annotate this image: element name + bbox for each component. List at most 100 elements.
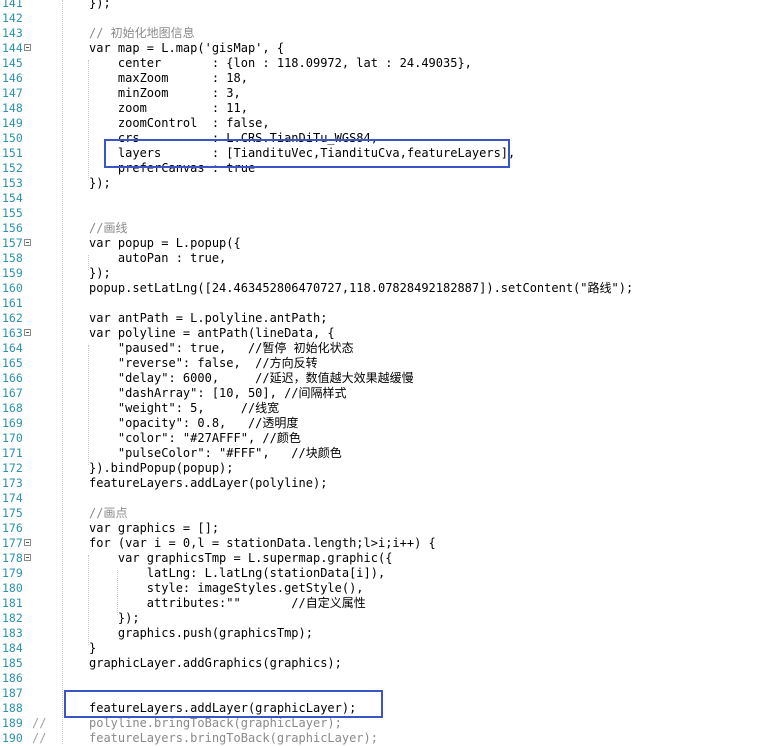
code-line[interactable]: 167 "dashArray": [10, 50], //间隔样式 — [0, 386, 780, 401]
code-line[interactable]: 145 center : {lon : 118.09972, lat : 24.… — [0, 56, 780, 71]
line-number: 145 — [2, 56, 23, 70]
fold-toggle-icon[interactable] — [24, 44, 31, 51]
code-line[interactable]: 161 — [0, 296, 780, 311]
code-line[interactable]: 165 "reverse": false, //方向反转 — [0, 356, 780, 371]
code-line[interactable]: 143 // 初始化地图信息 — [0, 26, 780, 41]
line-number: 171 — [2, 446, 23, 460]
line-number: 166 — [2, 371, 23, 385]
code-line[interactable]: 178 var graphicsTmp = L.supermap.graphic… — [0, 551, 780, 566]
code-text: "weight": 5, //线宽 — [89, 401, 280, 415]
code-text: }); — [89, 611, 140, 625]
code-text: "pulseColor": "#FFF", //块颜色 — [89, 446, 342, 460]
fold-toggle-icon[interactable] — [24, 329, 31, 336]
code-line[interactable]: 141}); — [0, 0, 780, 11]
code-text: crs : L.CRS.TianDiTu_WGS84, — [89, 131, 378, 145]
code-text: for (var i = 0,l = stationData.length;l>… — [89, 536, 436, 550]
code-text: }); — [89, 0, 111, 10]
code-line[interactable]: 153}); — [0, 176, 780, 191]
code-line[interactable]: 150 crs : L.CRS.TianDiTu_WGS84, — [0, 131, 780, 146]
line-number: 165 — [2, 356, 23, 370]
indent-guide — [88, 60, 89, 180]
line-number: 159 — [2, 266, 23, 280]
line-number: 180 — [2, 581, 23, 595]
code-line[interactable]: 147 minZoom : 3, — [0, 86, 780, 101]
line-number: 161 — [2, 296, 23, 310]
code-line[interactable]: 151 layers : [TiandituVec,TiandituCva,fe… — [0, 146, 780, 161]
code-line[interactable]: 177 for (var i = 0,l = stationData.length… — [0, 536, 780, 551]
code-line[interactable]: 171 "pulseColor": "#FFF", //块颜色 — [0, 446, 780, 461]
code-line[interactable]: 152 preferCanvas : true — [0, 161, 780, 176]
code-text: var graphicsTmp = L.supermap.graphic({ — [89, 551, 393, 565]
indent-guide — [88, 345, 89, 465]
code-line[interactable]: 155 — [0, 206, 780, 221]
line-number: 168 — [2, 401, 23, 415]
line-number: 185 — [2, 656, 23, 670]
line-number: 157 — [2, 236, 23, 250]
code-text: "reverse": false, //方向反转 — [89, 356, 318, 370]
line-number: 175 — [2, 506, 23, 520]
code-line[interactable]: 186 — [0, 671, 780, 686]
line-number: 182 — [2, 611, 23, 625]
code-line[interactable]: 173 featureLayers.addLayer(polyline); — [0, 476, 780, 491]
code-line[interactable]: 189 // polyline.bringToBack(graphicLayer); — [0, 716, 780, 731]
code-text: polyline.bringToBack(graphicLayer); — [89, 716, 342, 730]
line-number: 181 — [2, 596, 23, 610]
code-line[interactable]: 162 var antPath = L.polyline.antPath; — [0, 311, 780, 326]
code-text: //画点 — [89, 506, 128, 520]
code-text: var graphics = []; — [89, 521, 220, 535]
line-number: 160 — [2, 281, 23, 295]
code-line[interactable]: 149 zoomControl : false, — [0, 116, 780, 131]
code-line[interactable]: 188 featureLayers.addLayer(graphicLayer); — [0, 701, 780, 716]
code-line[interactable]: 169 "opacity": 0.8, //透明度 — [0, 416, 780, 431]
line-number: 141 — [2, 0, 23, 10]
line-number: 151 — [2, 146, 23, 160]
line-number: 162 — [2, 311, 23, 325]
code-text: featureLayers.addLayer(polyline); — [89, 476, 328, 490]
indent-guide — [88, 255, 89, 270]
code-text: var polyline = antPath(lineData, { — [89, 326, 335, 340]
code-text: } — [89, 641, 97, 655]
code-line[interactable]: 154 — [0, 191, 780, 206]
code-text: maxZoom : 18, — [89, 71, 248, 85]
code-text: graphicLayer.addGraphics(graphics); — [89, 656, 342, 670]
code-line[interactable]: 157 var popup = L.popup({ — [0, 236, 780, 251]
code-line[interactable]: 158 autoPan : true, — [0, 251, 780, 266]
fold-toggle-icon[interactable] — [24, 554, 31, 561]
code-line[interactable]: 163 var polyline = antPath(lineData, { — [0, 326, 780, 341]
indent-guide — [117, 570, 118, 615]
code-line[interactable]: 184} — [0, 641, 780, 656]
line-number: 187 — [2, 686, 23, 700]
code-line[interactable]: 176 var graphics = []; — [0, 521, 780, 536]
code-line[interactable]: 148 zoom : 11, — [0, 101, 780, 116]
code-text: attributes:"" //自定义属性 — [89, 596, 366, 610]
code-line[interactable]: 183 graphics.push(graphicsTmp); — [0, 626, 780, 641]
code-line[interactable]: 175 //画点 — [0, 506, 780, 521]
code-line[interactable]: 164 "paused": true, //暂停 初始化状态 — [0, 341, 780, 356]
line-number: 178 — [2, 551, 23, 565]
code-line[interactable]: 144 var map = L.map('gisMap', { — [0, 41, 780, 56]
code-line[interactable]: 156 //画线 — [0, 221, 780, 236]
line-number: 183 — [2, 626, 23, 640]
code-line[interactable]: 185 graphicLayer.addGraphics(graphics); — [0, 656, 780, 671]
code-line[interactable]: 159}); — [0, 266, 780, 281]
code-editor[interactable]: 141}); 142 143// 初始化地图信息 144 var map = L.map… — [0, 0, 780, 745]
code-text: preferCanvas : true — [89, 161, 256, 175]
code-line[interactable]: 168 "weight": 5, //线宽 — [0, 401, 780, 416]
code-line[interactable]: 160 popup.setLatLng([24.463452806470727,1… — [0, 281, 780, 296]
code-text: minZoom : 3, — [89, 86, 241, 100]
code-line[interactable]: 174 — [0, 491, 780, 506]
line-number: 189 — [2, 716, 23, 730]
line-number: 156 — [2, 221, 23, 235]
code-line[interactable]: 187 — [0, 686, 780, 701]
code-text: var map = L.map('gisMap', { — [89, 41, 285, 55]
code-line[interactable]: 172}).bindPopup(popup); — [0, 461, 780, 476]
fold-toggle-icon[interactable] — [24, 239, 31, 246]
code-line[interactable]: 166 "delay": 6000, //延迟，数值越大效果越缓慢 — [0, 371, 780, 386]
code-line[interactable]: 170 "color": "#27AFFF", //颜色 — [0, 431, 780, 446]
code-line[interactable]: 146 maxZoom : 18, — [0, 71, 780, 86]
code-text: //画线 — [89, 221, 128, 235]
fold-toggle-icon[interactable] — [24, 539, 31, 546]
code-line[interactable]: 142 — [0, 11, 780, 26]
indent-guide — [88, 555, 89, 645]
line-number: 146 — [2, 71, 23, 85]
